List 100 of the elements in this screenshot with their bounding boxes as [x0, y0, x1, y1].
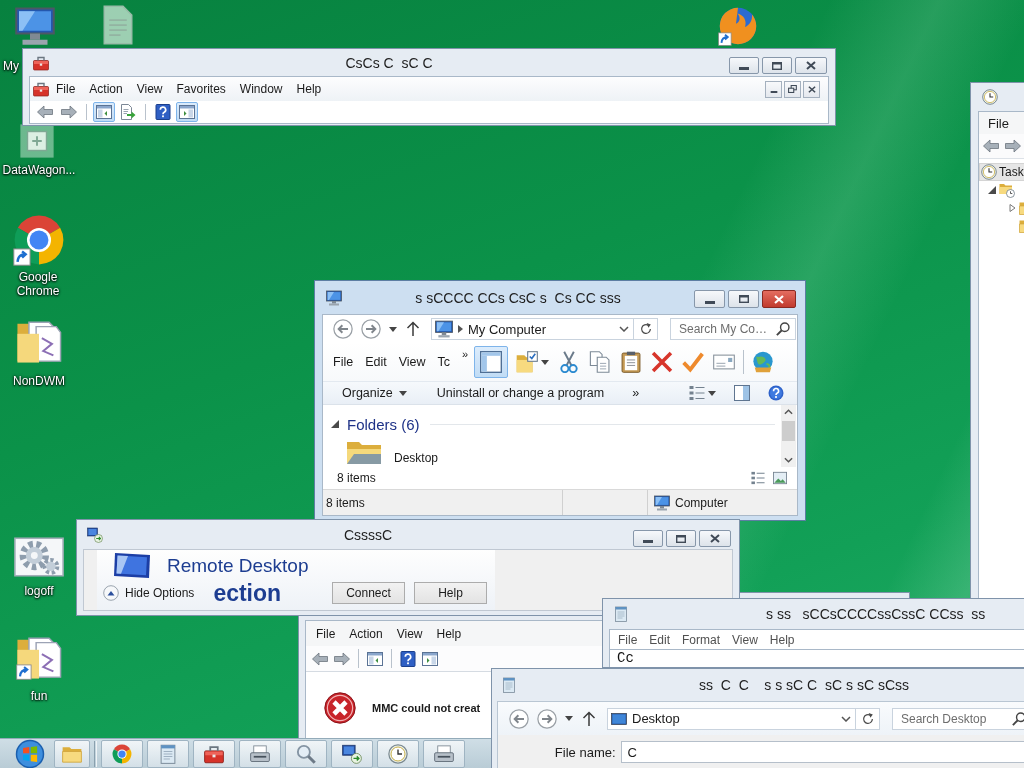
menu-item[interactable]: Action — [82, 82, 130, 96]
browser-icon[interactable] — [718, 6, 758, 46]
menu-item[interactable]: Help — [436, 626, 462, 641]
text-area[interactable]: Cc — [609, 649, 1024, 667]
computer-icon[interactable] — [15, 6, 55, 46]
close-icon — [710, 534, 720, 543]
taskbar-button[interactable] — [423, 739, 465, 768]
window-title: s sCCCC CCs CsC s Cs CC sss — [414, 289, 622, 306]
restore-button[interactable] — [784, 80, 801, 98]
taskbar-button[interactable] — [377, 739, 419, 768]
expander-icon[interactable] — [1008, 204, 1016, 212]
notepad-icon — [501, 677, 517, 693]
toolbar-button[interactable] — [474, 346, 509, 378]
address-bar[interactable]: Desktop — [607, 707, 856, 730]
scroll-down-icon[interactable] — [784, 457, 793, 463]
computer-icon — [435, 320, 453, 338]
breadcrumb-item[interactable]: My Computer — [468, 321, 547, 337]
file-name-field[interactable]: C — [620, 741, 1024, 763]
toolbar-button[interactable] — [152, 102, 174, 122]
desktop-icon-label[interactable]: NonDWM — [0, 374, 78, 388]
caret-icon[interactable] — [389, 326, 397, 332]
maximize-button[interactable] — [666, 530, 696, 547]
close-button[interactable] — [803, 80, 820, 98]
menu-item[interactable]: File — [333, 355, 354, 369]
details-view-icon — [689, 385, 705, 401]
folder-item[interactable]: Desktop — [343, 439, 442, 466]
menu-item[interactable]: File — [316, 626, 336, 641]
menu-item[interactable]: View — [398, 355, 426, 369]
scrollbar-thumb[interactable] — [782, 421, 795, 441]
details-view-icon[interactable] — [751, 471, 765, 485]
command-overflow[interactable]: » — [632, 386, 640, 400]
globe-icon — [752, 351, 775, 373]
menu-item[interactable]: Edit — [649, 632, 671, 647]
close-button[interactable] — [699, 530, 731, 547]
scissors-icon — [558, 351, 581, 373]
taskbar-button[interactable] — [239, 739, 281, 768]
minimize-button[interactable] — [729, 57, 759, 74]
dropdown-icon[interactable] — [619, 326, 629, 332]
taskbar-button[interactable] — [101, 739, 143, 768]
up-arrow-icon[interactable] — [581, 710, 597, 727]
scroll-up-icon[interactable] — [784, 409, 793, 415]
caret-icon[interactable] — [565, 716, 573, 721]
command-button[interactable]: Uninstall or change a program — [432, 382, 609, 404]
menu-item[interactable]: Favorites — [169, 82, 233, 96]
close-button[interactable] — [762, 290, 796, 308]
minimize-button[interactable] — [694, 290, 725, 308]
tree-item[interactable]: Task — [979, 163, 1024, 181]
scrollbar[interactable] — [781, 405, 796, 467]
menu-overflow[interactable]: » — [462, 348, 469, 360]
toolbar-button[interactable] — [93, 102, 115, 122]
toolbar-button[interactable] — [398, 648, 418, 669]
menu-item[interactable]: View — [129, 82, 170, 96]
expander-icon[interactable] — [988, 186, 996, 194]
app-icon[interactable] — [18, 122, 56, 160]
menu-item[interactable]: Window — [232, 82, 290, 96]
maximize-button[interactable] — [728, 290, 759, 308]
toolbar-button[interactable] — [767, 383, 785, 403]
refresh-button[interactable] — [634, 318, 658, 340]
maximize-button[interactable] — [762, 57, 792, 74]
dialog-button[interactable]: Help — [414, 582, 487, 604]
group-header[interactable]: Folders (6) — [331, 415, 420, 433]
taskbar-button[interactable] — [331, 739, 373, 768]
refresh-button[interactable] — [856, 707, 880, 730]
menu-item[interactable]: Format — [682, 632, 721, 647]
window-title: s ss sCCsCCCCssCssC CCss ss — [766, 606, 986, 622]
error-message: MMC could not creat — [372, 702, 481, 714]
search-field[interactable]: Search Desktop — [892, 707, 1024, 730]
menu-item[interactable]: File — [49, 82, 83, 96]
menu-item[interactable]: Action — [349, 626, 383, 641]
search-field[interactable]: Search My Co… — [670, 318, 796, 340]
menu-item[interactable]: File — [618, 632, 638, 647]
breadcrumb-item[interactable]: Desktop — [632, 711, 680, 726]
desktop-icon-label[interactable]: Google Chrome — [0, 270, 76, 298]
dialog-button[interactable]: Connect — [332, 582, 405, 604]
minimize-button[interactable] — [765, 80, 782, 98]
menu-item[interactable]: View — [732, 632, 758, 647]
menu-item[interactable]: Edit — [365, 355, 387, 369]
close-button[interactable] — [795, 57, 827, 74]
desktop-icon-label[interactable]: logoff — [0, 584, 78, 598]
desktop-icon-label[interactable]: DataWagon... — [0, 163, 78, 177]
address-bar[interactable]: My Computer — [431, 318, 634, 340]
up-arrow-icon[interactable] — [405, 321, 421, 337]
toolbar-button[interactable] — [176, 102, 198, 122]
command-button[interactable]: Organize — [338, 382, 411, 404]
browser-icon[interactable] — [13, 214, 65, 266]
thumbnail-view-icon[interactable] — [773, 471, 787, 485]
refresh-icon — [860, 711, 875, 726]
monitor-icon — [611, 712, 627, 725]
menu-item[interactable]: Help — [289, 82, 329, 96]
dropdown-icon[interactable] — [841, 715, 851, 722]
banner-title: Remote Desktop — [167, 555, 309, 577]
menu-item[interactable]: Help — [769, 632, 795, 647]
taskbar-button[interactable] — [193, 739, 235, 768]
hide-options-button[interactable]: Hide Options — [103, 585, 195, 601]
menu-item[interactable]: View — [396, 626, 423, 641]
menu-item[interactable]: Tc — [437, 355, 451, 369]
minimize-button[interactable] — [633, 530, 663, 547]
view-button[interactable] — [688, 383, 717, 403]
desktop-icon-label[interactable]: My — [0, 59, 22, 73]
toolbar-button[interactable] — [733, 383, 751, 403]
